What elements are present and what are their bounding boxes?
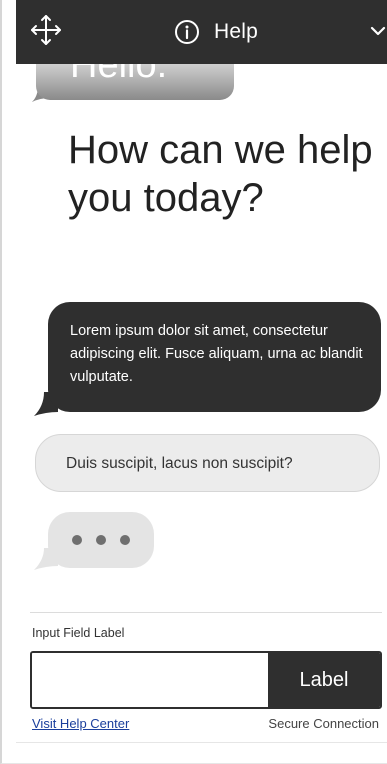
move-arrows-icon[interactable] xyxy=(30,14,62,46)
submit-button[interactable]: Label xyxy=(268,653,380,707)
greeting-bubble: Hello. xyxy=(36,64,234,100)
typing-dot xyxy=(72,535,82,545)
agent-message-text: Lorem ipsum dolor sit amet, consectetur … xyxy=(70,323,363,385)
info-circle-icon xyxy=(175,20,199,44)
typing-dot xyxy=(96,535,106,545)
message-input-group: Label xyxy=(30,651,382,709)
typing-indicator xyxy=(48,512,154,568)
header-title: Help xyxy=(214,20,258,43)
suggestion-bubble[interactable]: Duis suscipit, lacus non suscipit? xyxy=(35,434,380,492)
typing-dots xyxy=(72,535,130,545)
secure-connection-text: Secure Connection xyxy=(268,716,379,731)
bottom-divider xyxy=(16,742,387,743)
chevron-down-icon[interactable] xyxy=(369,22,387,40)
input-field-label: Input Field Label xyxy=(32,626,125,640)
header-bar: Help xyxy=(16,0,387,64)
visit-help-center-link[interactable]: Visit Help Center xyxy=(32,716,129,731)
greeting-text: Hello. xyxy=(70,64,168,86)
message-input[interactable] xyxy=(32,653,268,707)
suggestion-text: Duis suscipit, lacus non suscipit? xyxy=(66,455,293,472)
input-divider xyxy=(30,612,382,613)
help-title-group: Help xyxy=(174,18,258,46)
chat-widget-frame: Help Hello. How can we help you today? L… xyxy=(0,0,387,764)
typing-dot xyxy=(120,535,130,545)
page-headline: How can we help you today? xyxy=(68,128,373,220)
agent-message-bubble: Lorem ipsum dolor sit amet, consectetur … xyxy=(48,302,381,412)
